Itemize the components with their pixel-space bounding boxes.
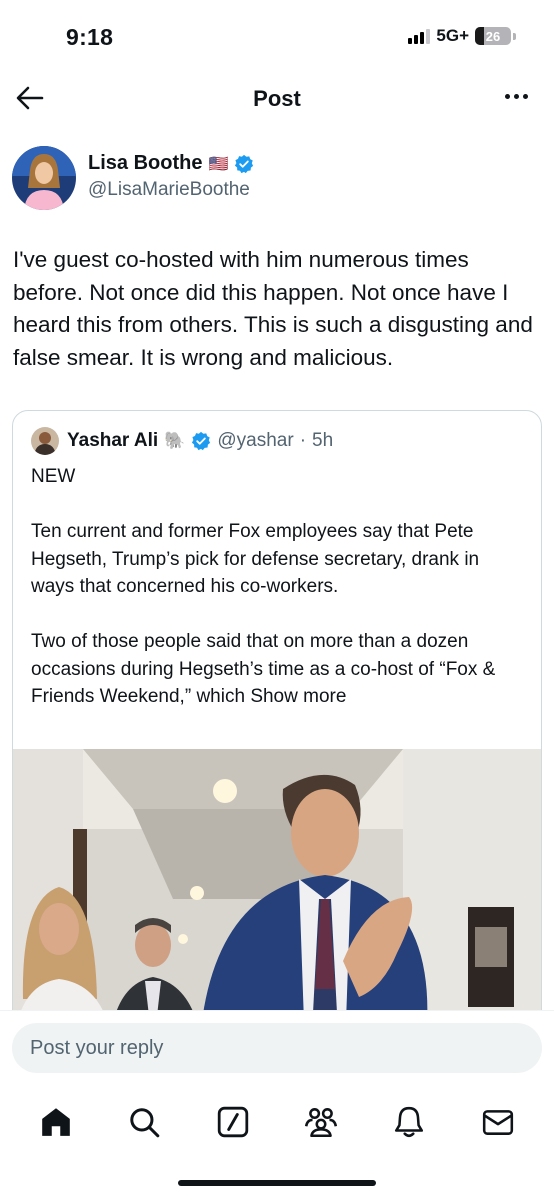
battery-icon: 26 [475, 27, 511, 45]
home-indicator[interactable] [178, 1180, 376, 1186]
more-options-button[interactable] [505, 94, 528, 99]
battery-level: 26 [485, 28, 501, 44]
author-name[interactable]: Lisa Boothe [88, 152, 202, 175]
reply-input[interactable] [12, 1023, 542, 1073]
bottom-tab-bar [0, 1092, 554, 1152]
verified-badge-icon [192, 431, 211, 451]
author-text: Lisa Boothe 🇺🇸 @LisaMarieBoothe [88, 146, 254, 210]
quoted-author-name: Yashar Ali [67, 430, 159, 451]
post-header: Post [0, 70, 554, 126]
quoted-author-avatar[interactable] [31, 427, 59, 455]
quoted-post-time: 5h [312, 430, 334, 451]
quoted-paragraph: Ten current and former Fox employees say… [31, 521, 480, 597]
author-name-row: Lisa Boothe 🇺🇸 [88, 152, 254, 175]
post-text: I've guest co-hosted with him numerous t… [13, 247, 533, 370]
author-avatar[interactable] [12, 146, 76, 210]
grok-icon [217, 1106, 249, 1138]
tab-search[interactable] [124, 1102, 164, 1142]
status-indicators: 5G+ 26 [408, 26, 516, 46]
reply-bar [0, 1010, 554, 1100]
more-horizontal-icon [505, 94, 510, 99]
tab-messages[interactable] [478, 1102, 518, 1142]
us-flag-emoji: 🇺🇸 [208, 155, 229, 173]
verified-badge-icon [235, 154, 254, 173]
home-icon [42, 1108, 70, 1136]
communities-icon [305, 1108, 338, 1138]
dot-separator: · [299, 430, 307, 451]
network-type: 5G+ [436, 26, 469, 45]
quoted-post[interactable]: Yashar Ali 🐘 @yashar · 5h NEW Ten curren… [12, 410, 542, 1050]
author-handle[interactable]: @LisaMarieBoothe [88, 179, 254, 201]
cellular-signal-icon [408, 28, 431, 44]
tab-home[interactable] [36, 1102, 76, 1142]
quoted-paragraph: NEW [31, 466, 76, 487]
search-icon [130, 1108, 160, 1138]
notifications-bell-icon [395, 1106, 424, 1138]
quoted-paragraph: Two of those people said that on more th… [31, 628, 527, 711]
status-bar: 9:18 5G+ 26 [0, 0, 554, 70]
tab-grok[interactable] [213, 1102, 253, 1142]
battery-cap [513, 32, 516, 40]
status-time: 9:18 [66, 24, 114, 50]
tab-notifications[interactable] [389, 1102, 429, 1142]
quoted-post-header: Yashar Ali 🐘 @yashar · 5h [31, 427, 333, 455]
messages-envelope-icon [482, 1110, 513, 1135]
page-title: Post [253, 86, 301, 111]
elephant-emoji: 🐘 [164, 431, 186, 450]
tab-communities[interactable] [301, 1102, 341, 1142]
show-more-link[interactable]: Show more [250, 686, 346, 707]
post-author[interactable]: Lisa Boothe 🇺🇸 @LisaMarieBoothe [12, 146, 254, 210]
quoted-post-body: NEW Ten current and former Fox employees… [31, 463, 527, 738]
quoted-post-photo[interactable] [13, 749, 541, 1049]
quoted-author-handle: @yashar [217, 430, 294, 451]
